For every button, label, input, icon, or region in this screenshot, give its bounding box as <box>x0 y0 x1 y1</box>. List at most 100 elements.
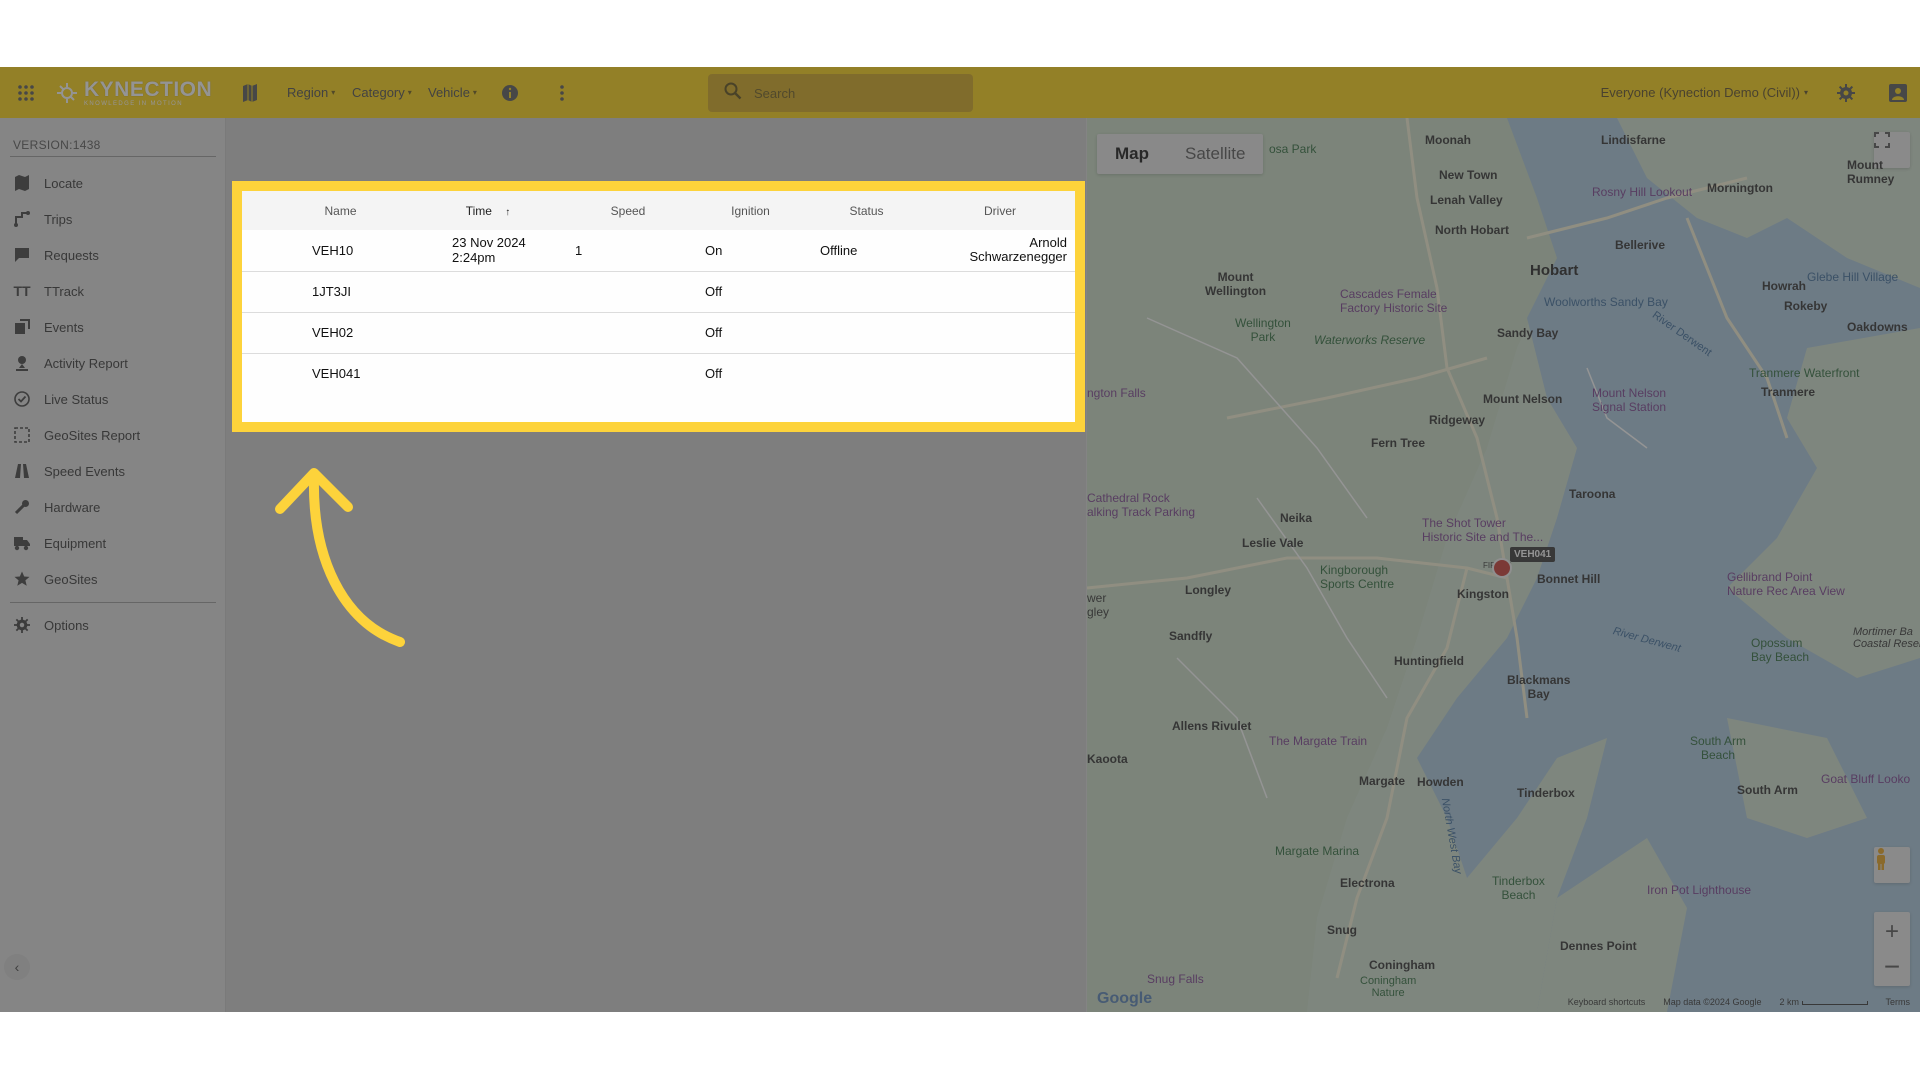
zoom-control: + − <box>1874 912 1910 986</box>
sidebar-item-requests[interactable]: Requests <box>0 237 226 273</box>
map-label: Tinderbox Beach <box>1492 874 1545 902</box>
region-menu[interactable]: Region ▾ <box>287 67 335 118</box>
chevron-down-icon: ▾ <box>472 88 477 97</box>
sidebar-item-label: Events <box>44 319 84 335</box>
sidebar-item-equipment[interactable]: Equipment <box>0 525 226 561</box>
cell-speed <box>563 312 693 353</box>
cell-time <box>413 312 563 353</box>
map-label: Oakdowns <box>1847 320 1908 334</box>
column-header-time[interactable]: Time ↑ <box>413 191 563 230</box>
sidebar-item-geosites-report[interactable]: GeoSites Report <box>0 417 226 453</box>
cell-ignition: Off <box>705 284 723 299</box>
vehicle-menu-label: Vehicle <box>428 85 470 100</box>
street-view-pegman[interactable] <box>1874 847 1910 883</box>
sidebar-item-hardware[interactable]: Hardware <box>0 489 226 525</box>
column-header-time-label: Time <box>465 203 492 218</box>
account-selector[interactable]: Everyone (Kynection Demo (Civil)) ▾ <box>1601 67 1808 118</box>
terms-link[interactable]: Terms <box>1886 997 1911 1007</box>
map-label: Neika <box>1280 511 1313 525</box>
sidebar-item-locate[interactable]: Locate <box>0 165 226 201</box>
sort-arrow-icon: ↑ <box>505 206 511 218</box>
zoom-out-button[interactable]: − <box>1884 950 1900 984</box>
wrench-icon <box>13 498 31 516</box>
cell-speed <box>563 353 693 394</box>
cell-name: VEH041 <box>312 366 361 382</box>
table-row[interactable]: VEH02 Off <box>242 312 1075 353</box>
sidebar-item-label: Trips <box>44 211 73 227</box>
cell-name: VEH10 <box>312 242 354 258</box>
cell-name: 1JT3JI <box>312 284 352 299</box>
map-label: Tranmere Waterfront <box>1749 366 1860 380</box>
map-label: Leslie Vale <box>1242 536 1304 550</box>
map-label: Gellibrand Point Nature Rec Area View <box>1727 570 1845 598</box>
map-label: Hobart <box>1530 262 1579 279</box>
column-header-driver[interactable]: Driver <box>925 191 1075 230</box>
category-menu[interactable]: Category ▾ <box>352 67 412 118</box>
map-icon <box>13 174 31 192</box>
column-header-name[interactable]: Name <box>268 191 413 230</box>
keyboard-shortcuts-link[interactable]: Keyboard shortcuts <box>1568 997 1646 1007</box>
vehicle-table-highlight: Name Time ↑ Speed Ignition Status Driver… <box>232 181 1085 432</box>
map-label: The Margate Train <box>1269 734 1368 748</box>
sidebar-item-trips[interactable]: Trips <box>0 201 226 237</box>
map-label: Goat Bluff Looko <box>1821 772 1911 786</box>
collapse-sidebar-button[interactable]: ‹ <box>4 954 30 980</box>
gear-icon[interactable] <box>1834 67 1858 118</box>
sidebar-item-geosites[interactable]: GeoSites <box>0 561 226 597</box>
sidebar: VERSION:1438 Locate Trips Requests TT TT… <box>0 118 226 1012</box>
map-label: Mornington <box>1707 181 1773 195</box>
sidebar-item-options[interactable]: Options <box>0 607 226 643</box>
cell-ignition: On <box>705 242 723 258</box>
sidebar-item-speed-events[interactable]: Speed Events <box>0 453 226 489</box>
sidebar-item-events[interactable]: Events <box>0 309 226 345</box>
info-icon[interactable] <box>498 67 522 118</box>
sidebar-item-activity-report[interactable]: Activity Report <box>0 345 226 381</box>
cell-driver <box>925 312 1075 353</box>
apps-grid-icon[interactable] <box>14 67 38 118</box>
map-label: Opossum Bay Beach <box>1751 636 1810 664</box>
table-row[interactable]: VEH041 Off <box>242 353 1075 394</box>
map-label: Lenah Valley <box>1430 193 1503 207</box>
map-label: Margate Marina <box>1275 844 1360 858</box>
sidebar-item-ttrack[interactable]: TT TTrack <box>0 273 226 309</box>
vehicle-marker-label[interactable]: VEH041 <box>1510 547 1556 562</box>
table-row[interactable]: VEH10 23 Nov 2024 2:24pm 1 On Offline Ar… <box>242 230 1075 271</box>
map-label: Waterworks Reserve <box>1314 333 1426 347</box>
map-label: Huntingfield <box>1394 654 1464 668</box>
map-label: Sandfly <box>1169 629 1213 643</box>
road-icon <box>13 462 31 480</box>
driver-last-name: Schwarzenegger <box>969 249 1067 265</box>
vehicle-menu[interactable]: Vehicle ▾ <box>428 67 477 118</box>
map-toggle-icon[interactable] <box>238 67 262 118</box>
map-label: Mount Wellington <box>1205 270 1267 298</box>
column-header-speed[interactable]: Speed <box>563 191 693 230</box>
sidebar-divider <box>10 602 216 603</box>
more-vert-icon[interactable] <box>550 67 574 118</box>
sidebar-item-live-status[interactable]: Live Status <box>0 381 226 417</box>
map-scale-bar <box>1801 1000 1868 1005</box>
search-box[interactable] <box>708 74 973 112</box>
profile-icon[interactable] <box>1886 67 1910 118</box>
column-header-ignition[interactable]: Ignition <box>693 191 808 230</box>
map-label: Bellerive <box>1615 238 1666 252</box>
column-header-status[interactable]: Status <box>808 191 925 230</box>
event-icon <box>13 318 31 336</box>
zoom-in-button[interactable]: + <box>1885 914 1899 950</box>
vehicle-marker[interactable] <box>1492 558 1512 578</box>
logo-mark-icon <box>56 82 78 104</box>
sidebar-item-label: Live Status <box>44 391 109 407</box>
map-type-map-button[interactable]: Map <box>1097 134 1167 174</box>
table-header-spacer <box>242 191 268 230</box>
map-view[interactable]: Map Satellite + − Moonah Lindisfarne osa… <box>1087 118 1920 1012</box>
kynection-logo[interactable]: KYNECTION KNOWLEDGE IN MOTION <box>56 77 212 109</box>
table-row[interactable]: 1JT3JI Off <box>242 271 1075 312</box>
map-data-attribution: Map data ©2024 Google <box>1663 997 1762 1007</box>
sidebar-item-label: Locate <box>44 175 84 191</box>
search-input[interactable] <box>754 85 954 101</box>
map-label: Moonah <box>1425 133 1471 147</box>
map-type-satellite-button[interactable]: Satellite <box>1167 134 1263 174</box>
sidebar-item-label: GeoSites Report <box>44 427 141 443</box>
check-circle-icon <box>13 390 31 408</box>
map-label: South Arm <box>1737 783 1798 797</box>
map-label: Sandy Bay <box>1497 326 1559 340</box>
